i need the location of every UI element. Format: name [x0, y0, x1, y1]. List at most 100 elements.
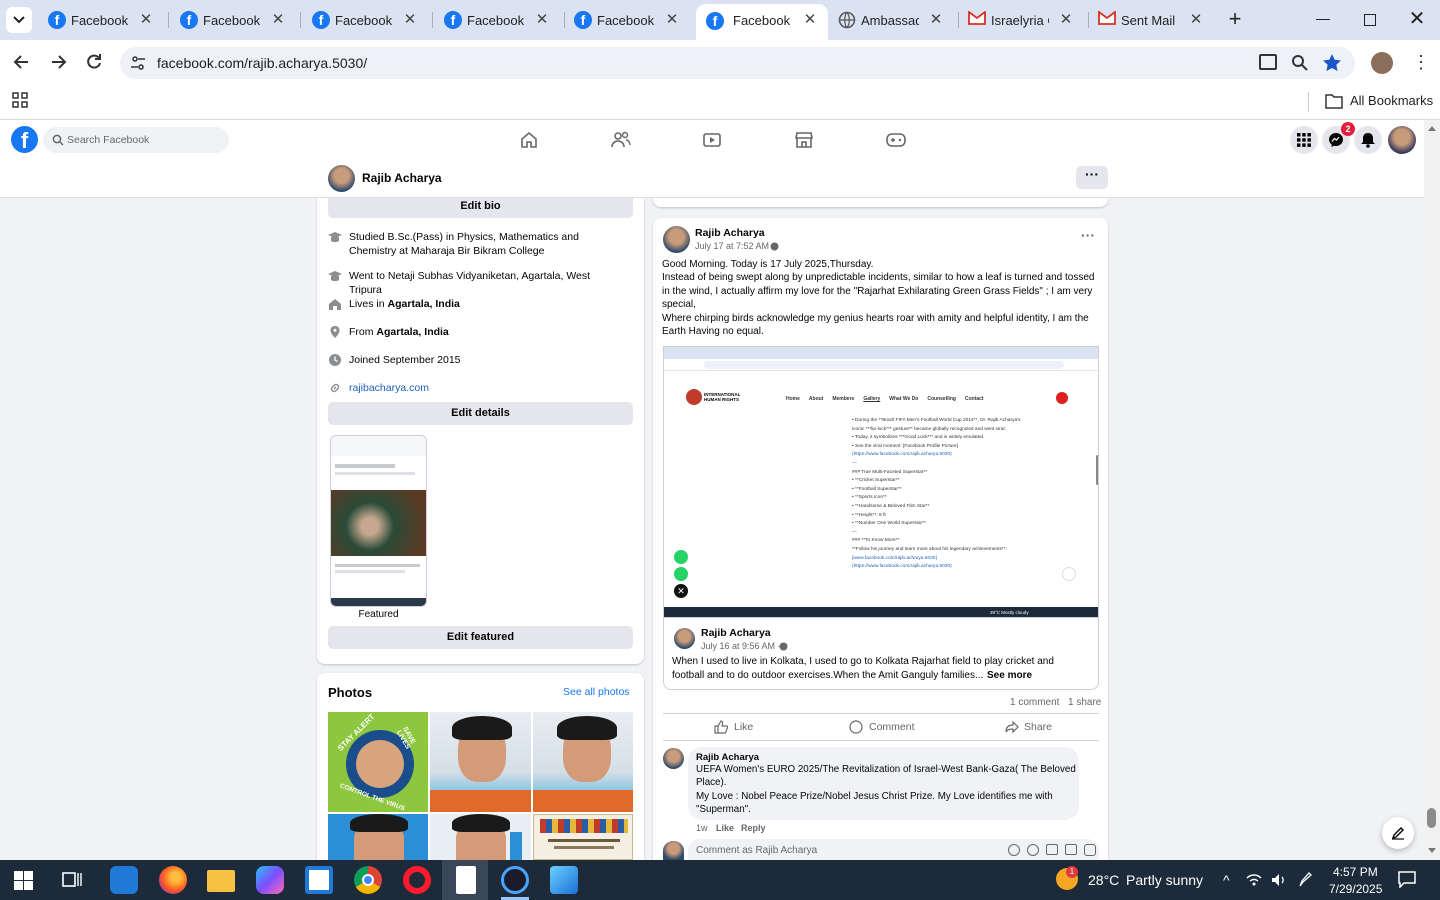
- chrome-icon[interactable]: [354, 866, 382, 894]
- post-author-avatar[interactable]: [663, 226, 690, 253]
- all-bookmarks-link[interactable]: All Bookmarks: [1350, 93, 1433, 108]
- photo-portrait-5[interactable]: [430, 814, 531, 860]
- comment-age[interactable]: 1w: [696, 823, 708, 833]
- video-nav-icon[interactable]: [703, 132, 721, 148]
- new-message-button[interactable]: [1382, 817, 1414, 849]
- address-bar[interactable]: facebook.com/rajib.acharya.5030/: [120, 47, 1355, 79]
- commenter-avatar[interactable]: [663, 748, 684, 769]
- emoji-icon[interactable]: [1027, 844, 1039, 856]
- comment-like-link[interactable]: Like: [716, 823, 734, 833]
- volume-icon[interactable]: [1271, 873, 1287, 887]
- profile-avatar[interactable]: [328, 165, 355, 192]
- wifi-icon[interactable]: [1246, 873, 1262, 887]
- opera-icon[interactable]: [403, 866, 431, 894]
- photo-portrait-4[interactable]: [328, 814, 428, 860]
- forward-button[interactable]: [48, 52, 68, 72]
- bookmark-star-icon[interactable]: [1322, 53, 1342, 73]
- scroll-thumb[interactable]: [1427, 808, 1436, 828]
- install-app-icon[interactable]: [1259, 54, 1277, 70]
- see-more-link[interactable]: See more: [987, 670, 1032, 681]
- share-count[interactable]: 1 share: [1068, 697, 1101, 708]
- shared-timestamp[interactable]: July 16 at 9:56 AM ·: [701, 641, 781, 651]
- intro-item-place[interactable]: Agartala, India: [388, 298, 460, 310]
- intro-item-place[interactable]: Agartala, India: [376, 326, 448, 338]
- browser-profile-avatar[interactable]: [1371, 52, 1393, 74]
- clock-date[interactable]: 7/29/2025: [1329, 882, 1382, 896]
- browser-tab[interactable]: Ambassadc ✕: [830, 0, 954, 40]
- weather-widget[interactable]: 1 28°C Partly sunny: [1054, 866, 1204, 894]
- profile-more-button[interactable]: ···: [1076, 166, 1108, 189]
- browser-tab[interactable]: f Facebook ✕: [172, 0, 296, 40]
- gif-icon[interactable]: [1065, 844, 1077, 855]
- edit-featured-button[interactable]: Edit featured: [328, 626, 633, 649]
- close-window-button[interactable]: ✕: [1408, 8, 1426, 30]
- edit-details-button[interactable]: Edit details: [328, 402, 633, 425]
- tab-close-icon[interactable]: ✕: [1058, 12, 1074, 28]
- page-scrollbar[interactable]: [1424, 120, 1440, 860]
- shared-author-avatar[interactable]: [674, 628, 695, 649]
- photo-certificate[interactable]: [533, 814, 633, 860]
- browser-tab[interactable]: f Facebook ✕: [566, 0, 690, 40]
- back-button[interactable]: [12, 52, 32, 72]
- clock-time[interactable]: 4:57 PM: [1333, 865, 1378, 879]
- photo-portrait-2[interactable]: [430, 712, 531, 812]
- windows-start-icon[interactable]: [14, 871, 33, 890]
- avatar-sticker-icon[interactable]: [1008, 844, 1020, 856]
- tab-close-icon[interactable]: ✕: [138, 12, 154, 28]
- comment-button[interactable]: Comment: [849, 720, 919, 734]
- site-info-icon[interactable]: [130, 55, 146, 71]
- snipping-tool-icon[interactable]: [501, 866, 529, 894]
- facebook-logo[interactable]: f: [11, 126, 38, 153]
- photo-stay-alert[interactable]: STAY ALERT SAVE LIVES CONTROL THE VIRUS: [328, 712, 428, 812]
- shared-author-name[interactable]: Rajib Acharya: [701, 627, 771, 639]
- featured-thumbnail[interactable]: [330, 435, 427, 607]
- website-link[interactable]: rajibacharya.com: [349, 381, 624, 395]
- browser-tab[interactable]: f Facebook ✕: [304, 0, 428, 40]
- like-button[interactable]: Like: [714, 720, 774, 734]
- minimize-button[interactable]: [1316, 19, 1330, 20]
- comment-reply-link[interactable]: Reply: [741, 823, 766, 833]
- search-field[interactable]: Search Facebook: [43, 127, 229, 153]
- browser-menu-button[interactable]: ⋮: [1412, 52, 1430, 74]
- shared-post[interactable]: Rajib Acharya July 16 at 9:56 AM · When …: [663, 618, 1099, 690]
- post-timestamp[interactable]: July 17 at 7:52 AM ·: [695, 241, 775, 251]
- friends-nav-icon[interactable]: [611, 131, 631, 149]
- browser-tab[interactable]: Sent Mail - ✕: [1090, 0, 1214, 40]
- tab-close-icon[interactable]: ✕: [664, 12, 680, 28]
- browser-tab[interactable]: f Facebook ✕: [696, 4, 828, 40]
- gaming-nav-icon[interactable]: [886, 133, 906, 147]
- tab-close-icon[interactable]: ✕: [534, 12, 550, 28]
- tab-close-icon[interactable]: ✕: [270, 12, 286, 28]
- composer-avatar[interactable]: [663, 841, 684, 860]
- apps-grid-icon[interactable]: [12, 92, 28, 108]
- comment-count[interactable]: 1 comment: [1010, 697, 1059, 708]
- post-options-button[interactable]: ···: [1078, 228, 1098, 244]
- firefox-icon[interactable]: [159, 866, 187, 894]
- profile-name[interactable]: Rajib Acharya: [362, 171, 442, 185]
- url-text[interactable]: facebook.com/rajib.acharya.5030/: [157, 55, 367, 71]
- menu-button[interactable]: [1290, 126, 1318, 154]
- microsoft-store-icon[interactable]: [305, 866, 333, 894]
- see-all-photos-link[interactable]: See all photos: [563, 686, 630, 698]
- comment-author[interactable]: Rajib Acharya: [696, 752, 759, 763]
- tab-list-button[interactable]: [6, 7, 32, 33]
- task-view-icon[interactable]: [62, 871, 82, 889]
- sticker-icon[interactable]: [1084, 844, 1096, 856]
- tab-close-icon[interactable]: ✕: [402, 12, 418, 28]
- notifications-button[interactable]: [1354, 126, 1382, 154]
- tab-close-icon[interactable]: ✕: [928, 12, 944, 28]
- post-author-name[interactable]: Rajib Acharya: [695, 227, 765, 239]
- marketplace-nav-icon[interactable]: [795, 131, 813, 149]
- post-image-screenshot[interactable]: INTERNATIONAL HUMAN RIGHTS Home About Memb…: [663, 346, 1099, 618]
- reload-button[interactable]: [84, 52, 104, 72]
- file-explorer-icon[interactable]: [207, 870, 235, 892]
- camera-icon[interactable]: [1046, 844, 1058, 855]
- zoom-icon[interactable]: [1291, 54, 1309, 72]
- home-nav-icon[interactable]: [520, 131, 538, 149]
- tab-close-icon[interactable]: ✕: [1188, 12, 1204, 28]
- scroll-down-arrow[interactable]: [1428, 848, 1436, 853]
- restore-button[interactable]: [1364, 14, 1376, 26]
- share-button[interactable]: Share: [1005, 720, 1065, 734]
- browser-tab[interactable]: f Facebook ✕: [436, 0, 560, 40]
- edit-bio-button[interactable]: Edit bio: [328, 198, 633, 218]
